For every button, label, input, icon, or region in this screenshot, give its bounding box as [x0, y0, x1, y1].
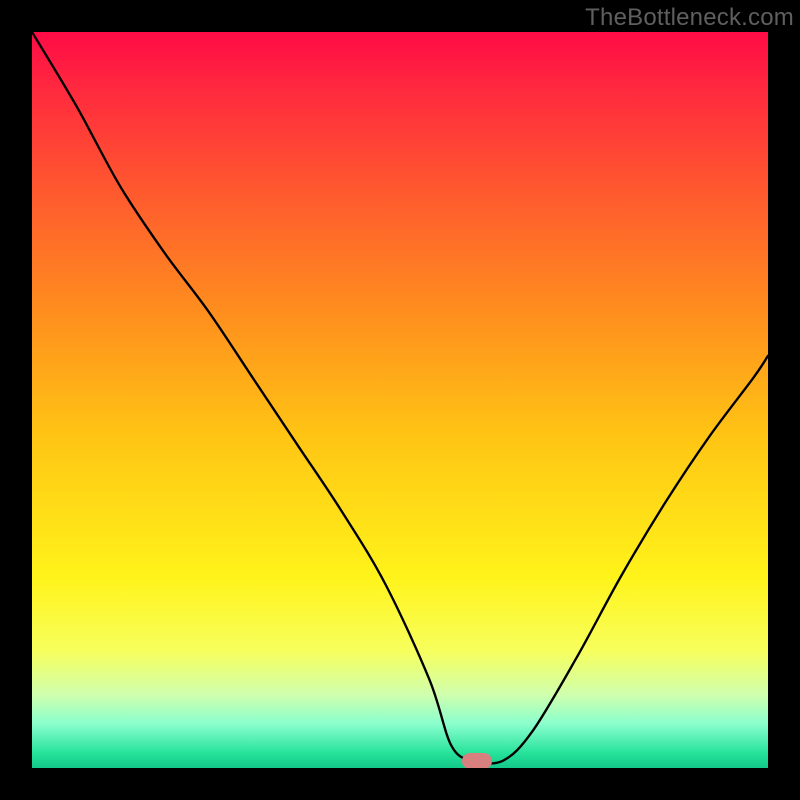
watermark-label: TheBottleneck.com — [585, 4, 794, 32]
plot-area — [32, 32, 768, 768]
chart-frame: TheBottleneck.com — [0, 0, 800, 800]
curve-path — [32, 32, 768, 763]
optimal-point-marker — [462, 753, 492, 768]
bottleneck-curve — [32, 32, 768, 768]
